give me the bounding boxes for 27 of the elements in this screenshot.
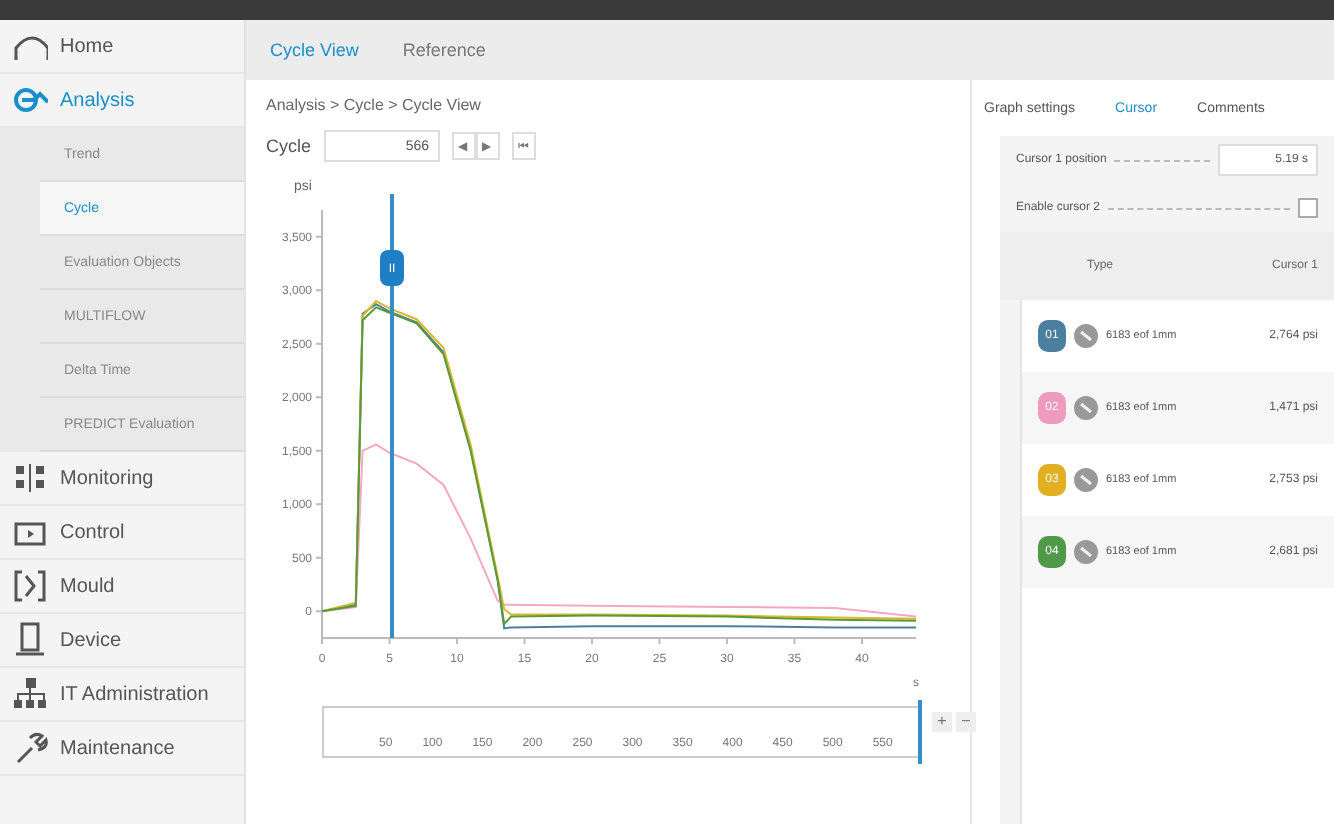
sidebar-label: Monitoring xyxy=(60,467,154,489)
zoom-out-button[interactable]: − xyxy=(956,712,976,732)
sensor-icon xyxy=(1074,396,1098,420)
sidebar-label: Home xyxy=(60,35,114,57)
sidebar-label: IT Administration xyxy=(60,683,209,705)
network-icon xyxy=(12,676,48,712)
sidebar-label: Control xyxy=(60,521,125,543)
sidebar-label: Maintenance xyxy=(60,737,175,759)
monitoring-icon xyxy=(12,460,48,496)
checkbox[interactable] xyxy=(1298,198,1318,218)
zoom-in-button[interactable]: + xyxy=(932,712,952,732)
sidebar-label: Device xyxy=(60,629,122,651)
sidebar-label: Analysis xyxy=(60,89,135,111)
sensor-icon xyxy=(1074,324,1098,348)
range-handle[interactable] xyxy=(918,700,922,764)
device-icon xyxy=(12,622,48,658)
mould-icon xyxy=(12,568,48,604)
sensor-icon xyxy=(1074,468,1098,492)
cycle-label: Cycle xyxy=(266,136,312,156)
sensor-icon xyxy=(1074,540,1098,564)
maintenance-icon xyxy=(12,730,48,766)
breadcrumb: Analysis > Cycle > Cycle View xyxy=(266,96,483,114)
analysis-icon xyxy=(12,82,48,118)
tab[interactable]: Reference xyxy=(402,32,486,68)
cursor-marker[interactable] xyxy=(380,194,404,638)
sidebar-label: Mould xyxy=(60,575,115,597)
tab[interactable]: Cycle View xyxy=(270,32,359,68)
